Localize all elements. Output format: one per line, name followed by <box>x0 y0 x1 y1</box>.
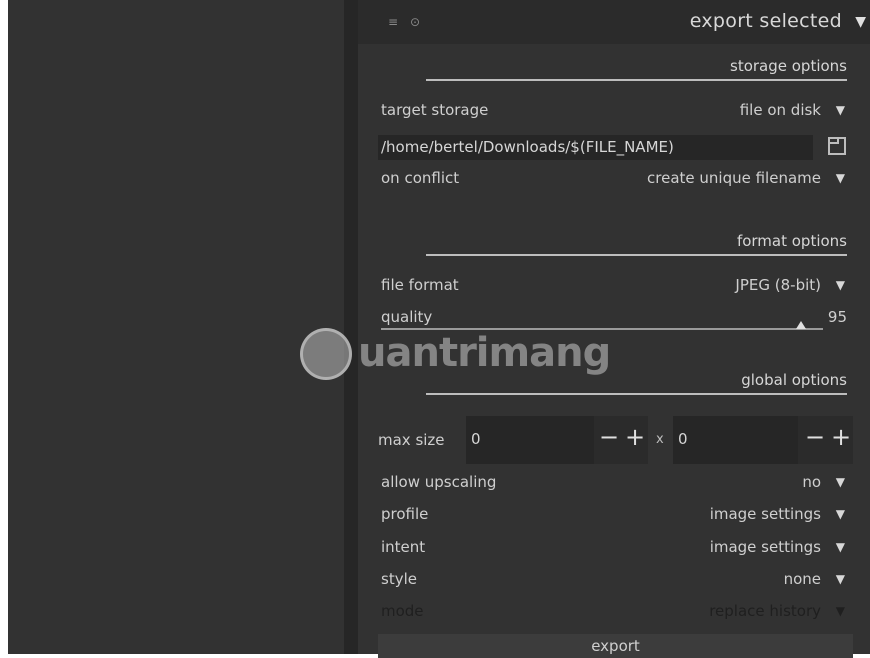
reset-icon[interactable]: ⊙ <box>410 15 420 29</box>
profile-value: image settings <box>709 505 821 523</box>
mode-label: mode <box>381 602 424 620</box>
height-decrease-button[interactable]: − <box>805 425 825 449</box>
intent-value: image settings <box>709 538 821 556</box>
dropdown-arrow-icon: ▼ <box>835 278 845 292</box>
style-value: none <box>783 570 821 588</box>
quality-slider-handle[interactable] <box>795 321 806 329</box>
quality-row: quality 95 <box>381 306 847 330</box>
mode-dropdown[interactable]: mode replace history ▼ <box>381 600 847 624</box>
max-width-input[interactable]: 0 <box>466 416 594 464</box>
width-increase-button[interactable]: + <box>625 425 645 449</box>
panel-divider[interactable] <box>344 0 358 654</box>
profile-label: profile <box>381 505 429 523</box>
dropdown-arrow-icon: ▼ <box>835 171 845 185</box>
dropdown-arrow-icon: ▼ <box>835 475 845 489</box>
width-stepper: − + <box>594 416 648 464</box>
global-options-header: global options <box>426 371 847 395</box>
dropdown-arrow-icon: ▼ <box>835 507 845 521</box>
target-storage-label: target storage <box>381 101 489 119</box>
target-storage-value: file on disk <box>739 101 821 119</box>
max-size-label: max size <box>378 431 445 449</box>
on-conflict-label: on conflict <box>381 169 460 187</box>
allow-upscaling-value: no <box>802 473 821 491</box>
quality-label: quality <box>381 308 433 326</box>
on-conflict-value: create unique filename <box>647 169 821 187</box>
allow-upscaling-label: allow upscaling <box>381 473 497 491</box>
left-panel <box>8 0 344 654</box>
format-options-header: format options <box>426 232 847 256</box>
collapse-arrow-icon[interactable]: ▼ <box>855 14 866 30</box>
file-format-value: JPEG (8-bit) <box>735 276 821 294</box>
height-stepper: − + <box>798 416 853 464</box>
profile-dropdown[interactable]: profile image settings ▼ <box>381 503 847 527</box>
export-module: ≡ ⊙ export selected ▼ storage options ta… <box>358 0 870 658</box>
presets-menu-icon[interactable]: ≡ <box>388 15 398 29</box>
on-conflict-dropdown[interactable]: on conflict create unique filename ▼ <box>381 167 847 191</box>
size-separator: x <box>656 432 664 447</box>
dropdown-arrow-icon: ▼ <box>835 540 845 554</box>
width-decrease-button[interactable]: − <box>599 425 619 449</box>
intent-label: intent <box>381 538 426 556</box>
module-title: export selected <box>689 10 842 32</box>
dropdown-arrow-icon: ▼ <box>835 604 845 618</box>
quality-value: 95 <box>827 308 847 326</box>
mode-value: replace history <box>709 602 821 620</box>
style-label: style <box>381 570 417 588</box>
max-height-input[interactable]: 0 <box>673 416 798 464</box>
quality-slider-track[interactable] <box>381 328 823 330</box>
height-increase-button[interactable]: + <box>831 425 851 449</box>
style-dropdown[interactable]: style none ▼ <box>381 568 847 592</box>
storage-options-header: storage options <box>426 57 847 81</box>
module-header[interactable]: ≡ ⊙ export selected ▼ <box>358 0 870 44</box>
intent-dropdown[interactable]: intent image settings ▼ <box>381 536 847 560</box>
export-button[interactable]: export <box>378 634 853 658</box>
max-size-row: max size 0 − + x 0 − + <box>378 416 853 464</box>
allow-upscaling-dropdown[interactable]: allow upscaling no ▼ <box>381 471 847 495</box>
folder-browse-icon[interactable] <box>828 137 846 155</box>
file-format-label: file format <box>381 276 459 294</box>
dropdown-arrow-icon: ▼ <box>835 103 845 117</box>
target-storage-dropdown[interactable]: target storage file on disk ▼ <box>381 99 847 123</box>
dropdown-arrow-icon: ▼ <box>835 572 845 586</box>
file-format-dropdown[interactable]: file format JPEG (8-bit) ▼ <box>381 274 847 298</box>
export-path-input[interactable]: /home/bertel/Downloads/$(FILE_NAME) <box>378 135 813 160</box>
